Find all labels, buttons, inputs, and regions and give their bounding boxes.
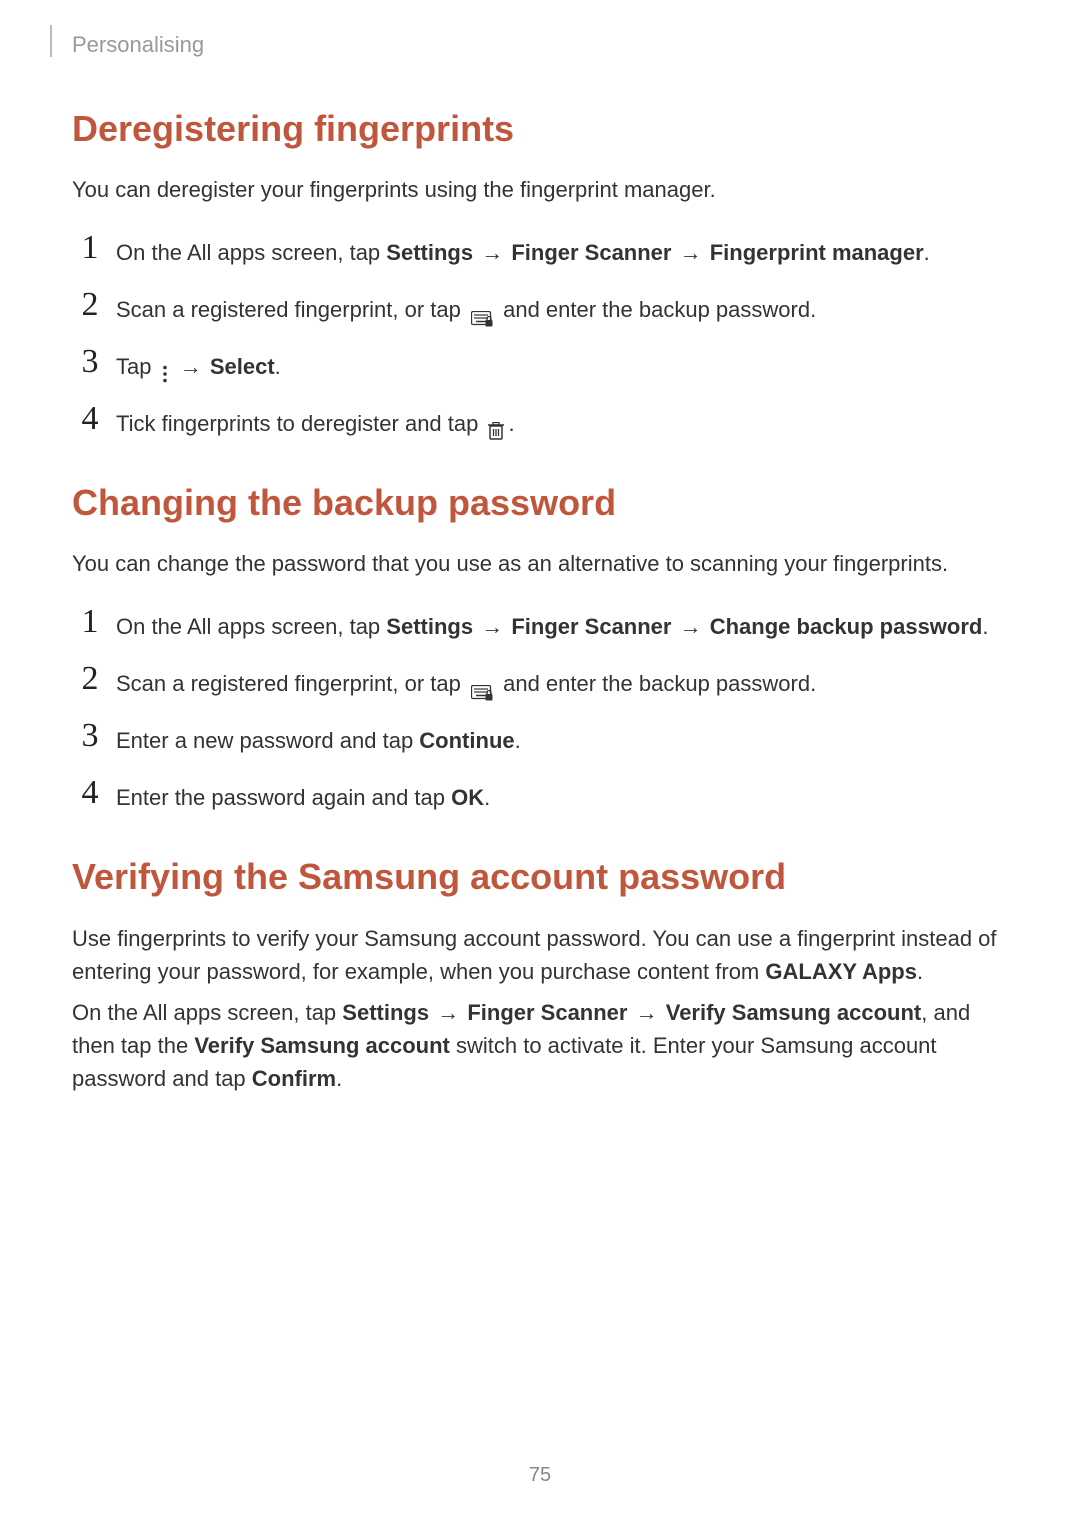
heading-verify-samsung: Verifying the Samsung account password <box>72 856 1008 898</box>
step-text: On the All apps screen, tap Settings → F… <box>116 608 1008 643</box>
arrow-icon: → <box>680 240 702 265</box>
arrow-icon: → <box>680 614 702 639</box>
steps-deregistering: 1 On the All apps screen, tap Settings →… <box>72 234 1008 440</box>
step-text: Tap → Select. <box>116 348 1008 383</box>
period: . <box>917 959 923 984</box>
text-fragment: On the All apps screen, tap <box>116 240 386 265</box>
intro-backup-password: You can change the password that you use… <box>72 548 1008 580</box>
step-number-3: 3 <box>72 345 108 379</box>
heading-backup-password: Changing the backup password <box>72 482 1008 524</box>
bold-finger-scanner: Finger Scanner <box>511 240 671 265</box>
bold-confirm: Confirm <box>252 1066 336 1091</box>
text-fragment: Tap <box>116 354 158 379</box>
breadcrumb: Personalising <box>72 32 1008 58</box>
page-number: 75 <box>0 1464 1080 1487</box>
bold-select: Select <box>210 354 275 379</box>
text-fragment: and enter the backup password. <box>503 671 816 696</box>
step-1: 1 On the All apps screen, tap Settings →… <box>72 234 1008 269</box>
bold-verify-samsung-account: Verify Samsung account <box>666 1000 922 1025</box>
text-fragment: Tick fingerprints to deregister and tap <box>116 411 484 436</box>
step-3: 3 Tap → Select. <box>72 348 1008 383</box>
step-text: Tick fingerprints to deregister and tap … <box>116 405 1008 440</box>
period: . <box>982 614 988 639</box>
step-4: 4 Tick fingerprints to deregister and ta… <box>72 405 1008 440</box>
step-number-1: 1 <box>72 231 108 265</box>
text-fragment: and enter the backup password. <box>503 297 816 322</box>
arrow-icon: → <box>180 354 202 379</box>
arrow-icon: → <box>481 614 503 639</box>
step-text: Scan a registered fingerprint, or tap an… <box>116 291 1008 326</box>
bold-continue: Continue <box>419 728 514 753</box>
period: . <box>275 354 281 379</box>
intro-deregistering: You can deregister your fingerprints usi… <box>72 174 1008 206</box>
step-2: 2 Scan a registered fingerprint, or tap <box>72 291 1008 326</box>
step-4: 4 Enter the password again and tap OK. <box>72 779 1008 814</box>
bold-change-backup: Change backup password <box>710 614 983 639</box>
text-fragment: On the All apps screen, tap <box>116 614 386 639</box>
bold-ok: OK <box>451 785 484 810</box>
period: . <box>508 411 514 436</box>
arrow-icon: → <box>481 240 503 265</box>
period: . <box>515 728 521 753</box>
step-number-3: 3 <box>72 719 108 753</box>
heading-deregistering: Deregistering fingerprints <box>72 108 1008 150</box>
document-page: Personalising Deregistering fingerprints… <box>0 0 1080 1527</box>
text-fragment: Scan a registered fingerprint, or tap <box>116 297 467 322</box>
step-number-4: 4 <box>72 402 108 436</box>
section-verify-samsung: Verifying the Samsung account password U… <box>72 856 1008 1095</box>
text-fragment: On the All apps screen, tap <box>72 1000 342 1025</box>
period: . <box>336 1066 342 1091</box>
step-text: Scan a registered fingerprint, or tap an… <box>116 665 1008 700</box>
bold-settings: Settings <box>342 1000 429 1025</box>
bold-finger-scanner: Finger Scanner <box>467 1000 627 1025</box>
period: . <box>484 785 490 810</box>
text-fragment: Enter a new password and tap <box>116 728 419 753</box>
step-number-1: 1 <box>72 605 108 639</box>
arrow-icon: → <box>437 1000 459 1025</box>
keyboard-lock-icon <box>471 303 493 319</box>
bold-finger-scanner: Finger Scanner <box>511 614 671 639</box>
step-text: On the All apps screen, tap Settings → F… <box>116 234 1008 269</box>
bold-fingerprint-manager: Fingerprint manager <box>710 240 924 265</box>
step-text: Enter the password again and tap OK. <box>116 779 1008 814</box>
section-backup-password: Changing the backup password You can cha… <box>72 482 1008 814</box>
header-left-bar <box>50 25 52 57</box>
step-2: 2 Scan a registered fingerprint, or tap <box>72 665 1008 700</box>
bold-galaxy-apps: GALAXY Apps <box>765 959 917 984</box>
paragraph-verify-1: Use fingerprints to verify your Samsung … <box>72 922 1008 988</box>
more-vertical-icon <box>162 359 168 377</box>
step-1: 1 On the All apps screen, tap Settings →… <box>72 608 1008 643</box>
section-deregistering: Deregistering fingerprints You can dereg… <box>72 108 1008 440</box>
bold-settings: Settings <box>386 614 473 639</box>
step-text: Enter a new password and tap Continue. <box>116 722 1008 757</box>
bold-verify-samsung-account-switch: Verify Samsung account <box>194 1033 450 1058</box>
text-fragment: Enter the password again and tap <box>116 785 451 810</box>
step-number-2: 2 <box>72 288 108 322</box>
step-number-2: 2 <box>72 662 108 696</box>
paragraph-verify-2: On the All apps screen, tap Settings → F… <box>72 996 1008 1095</box>
trash-icon <box>488 416 504 434</box>
step-3: 3 Enter a new password and tap Continue. <box>72 722 1008 757</box>
bold-settings: Settings <box>386 240 473 265</box>
step-number-4: 4 <box>72 776 108 810</box>
arrow-icon: → <box>636 1000 658 1025</box>
keyboard-lock-icon <box>471 677 493 693</box>
steps-backup: 1 On the All apps screen, tap Settings →… <box>72 608 1008 814</box>
text-fragment: Scan a registered fingerprint, or tap <box>116 671 467 696</box>
period: . <box>924 240 930 265</box>
